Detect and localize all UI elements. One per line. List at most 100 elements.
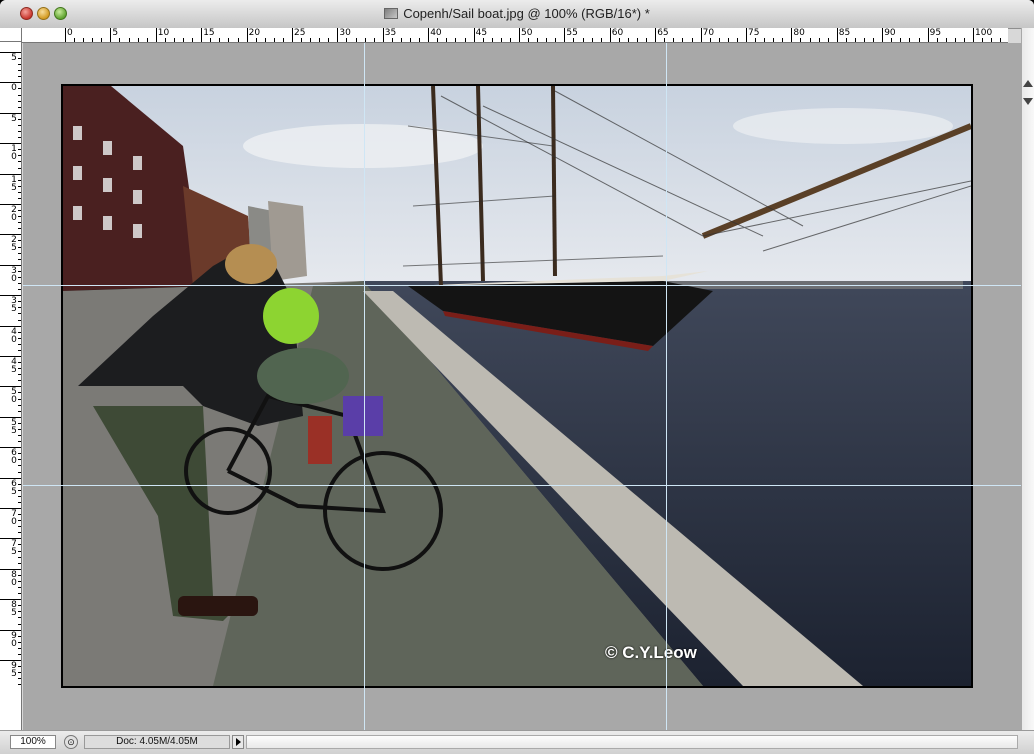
ruler-minor-tick: [873, 38, 875, 42]
ruler-minor-tick: [18, 94, 21, 96]
ruler-minor-tick: [909, 38, 911, 42]
ruler-label: 85: [838, 28, 851, 38]
document-size-info[interactable]: Doc: 4.05M/4.05M: [84, 735, 230, 749]
horizontal-scrollbar[interactable]: [246, 735, 1018, 749]
ruler-label: 50: [521, 28, 533, 38]
ruler-minor-tick: [845, 38, 847, 42]
ruler-tick: [836, 28, 838, 42]
ruler-minor-tick: [509, 38, 511, 42]
ruler-label: 55: [566, 28, 578, 38]
ruler-minor-tick: [582, 38, 584, 42]
ruler-minor-tick: [18, 623, 21, 625]
ruler-minor-tick: [18, 100, 21, 102]
ruler-minor-tick: [119, 38, 121, 42]
photo-watermark: © C.Y.Leow: [605, 643, 697, 662]
ruler-minor-tick: [18, 252, 21, 254]
ruler-minor-tick: [18, 514, 21, 516]
ruler-minor-tick: [18, 349, 21, 351]
ruler-minor-tick: [736, 38, 738, 42]
ruler-minor-tick: [18, 76, 21, 78]
horizontal-guide[interactable]: [23, 485, 1021, 486]
ruler-tick: [65, 28, 66, 42]
ruler-minor-tick: [18, 392, 21, 394]
ruler-minor-tick: [627, 38, 629, 42]
status-menu-arrow-icon[interactable]: [232, 735, 244, 749]
ruler-minor-tick: [18, 362, 21, 364]
ruler-tick: [473, 28, 475, 42]
ruler-minor-tick: [18, 167, 21, 169]
ruler-tick: [791, 28, 793, 42]
vertical-scrollbar[interactable]: [1021, 28, 1034, 730]
ruler-minor-tick: [982, 38, 984, 42]
ruler-label: 5: [11, 113, 17, 124]
ruler-minor-tick: [18, 580, 21, 582]
ruler-minor-tick: [854, 38, 856, 42]
ruler-minor-tick: [173, 38, 175, 42]
ruler-minor-tick: [546, 38, 548, 42]
ruler-minor-tick: [18, 313, 21, 315]
ruler-minor-tick: [18, 647, 21, 649]
preview-icon[interactable]: ⊙: [64, 735, 78, 749]
ruler-minor-tick: [346, 38, 348, 42]
vertical-guide[interactable]: [666, 43, 667, 730]
ruler-minor-tick: [637, 38, 639, 42]
ruler-tick: [882, 28, 884, 42]
ruler-minor-tick: [918, 38, 920, 42]
ruler-minor-tick: [237, 38, 239, 42]
ruler-minor-tick: [18, 380, 21, 382]
ruler-label: 6 0: [11, 448, 17, 467]
ruler-minor-tick: [210, 38, 212, 42]
ruler-minor-tick: [446, 38, 448, 42]
ruler-minor-tick: [18, 422, 21, 424]
zoom-level-field[interactable]: 100%: [10, 735, 56, 749]
ruler-minor-tick: [18, 441, 21, 443]
ruler-minor-tick: [18, 483, 21, 485]
ruler-tick: [337, 28, 339, 42]
ruler-minor-tick: [18, 228, 21, 230]
ruler-minor-tick: [18, 489, 21, 491]
ruler-label: 6 5: [11, 478, 17, 497]
vertical-guide[interactable]: [364, 43, 365, 730]
ruler-minor-tick: [618, 38, 620, 42]
ruler-minor-tick: [373, 38, 375, 42]
ruler-minor-tick: [18, 216, 21, 218]
ruler-minor-tick: [18, 459, 21, 461]
ruler-tick: [700, 28, 702, 42]
ruler-label: 20: [248, 28, 261, 38]
canvas-area[interactable]: © C.Y.Leow: [23, 43, 1021, 730]
scroll-up-icon[interactable]: [1023, 80, 1033, 87]
title-bar[interactable]: Copenh/Sail boat.jpg @ 100% (RGB/16*) *: [0, 0, 1034, 29]
ruler-tick: [973, 28, 974, 42]
ruler-origin[interactable]: [0, 28, 22, 42]
ruler-minor-tick: [718, 38, 720, 42]
ruler-minor-tick: [364, 38, 366, 42]
ruler-minor-tick: [600, 38, 602, 42]
ruler-minor-tick: [18, 185, 21, 187]
ruler-minor-tick: [18, 368, 21, 370]
ruler-label: 25: [294, 28, 306, 38]
photo-artwork: [63, 86, 971, 686]
ruler-label: 45: [475, 28, 488, 38]
ruler-label: 15: [203, 28, 215, 38]
ruler-minor-tick: [137, 38, 139, 42]
ruler-label: 9 0: [11, 630, 17, 649]
ruler-minor-tick: [301, 38, 303, 42]
ruler-label: 5: [112, 28, 119, 38]
vertical-ruler[interactable]: 5 0 5 1 0 1 5 2 0 2 5 3 0 3 5 4 0 4 5 5 0 5 5 6 0 6 5 7…: [0, 42, 22, 730]
ruler-minor-tick: [963, 38, 965, 42]
ruler-minor-tick: [146, 38, 148, 42]
ruler-minor-tick: [18, 526, 21, 528]
horizontal-guide[interactable]: [23, 285, 1021, 286]
scroll-down-icon[interactable]: [1023, 98, 1033, 105]
ruler-minor-tick: [537, 38, 539, 42]
ruler-minor-tick: [18, 465, 21, 467]
photo[interactable]: © C.Y.Leow: [63, 86, 971, 686]
ruler-label: 8 0: [11, 569, 17, 588]
horizontal-ruler[interactable]: 0 5 10 15 20 25 30 35 40 45 50 55 60 65 70 75 80 85 90 95 10…: [22, 28, 1008, 43]
ruler-minor-tick: [18, 64, 21, 66]
ruler-minor-tick: [419, 38, 421, 42]
ruler-label: 65: [657, 28, 669, 38]
ruler-minor-tick: [18, 635, 21, 637]
ruler-minor-tick: [228, 38, 230, 42]
ruler-minor-tick: [18, 605, 21, 607]
